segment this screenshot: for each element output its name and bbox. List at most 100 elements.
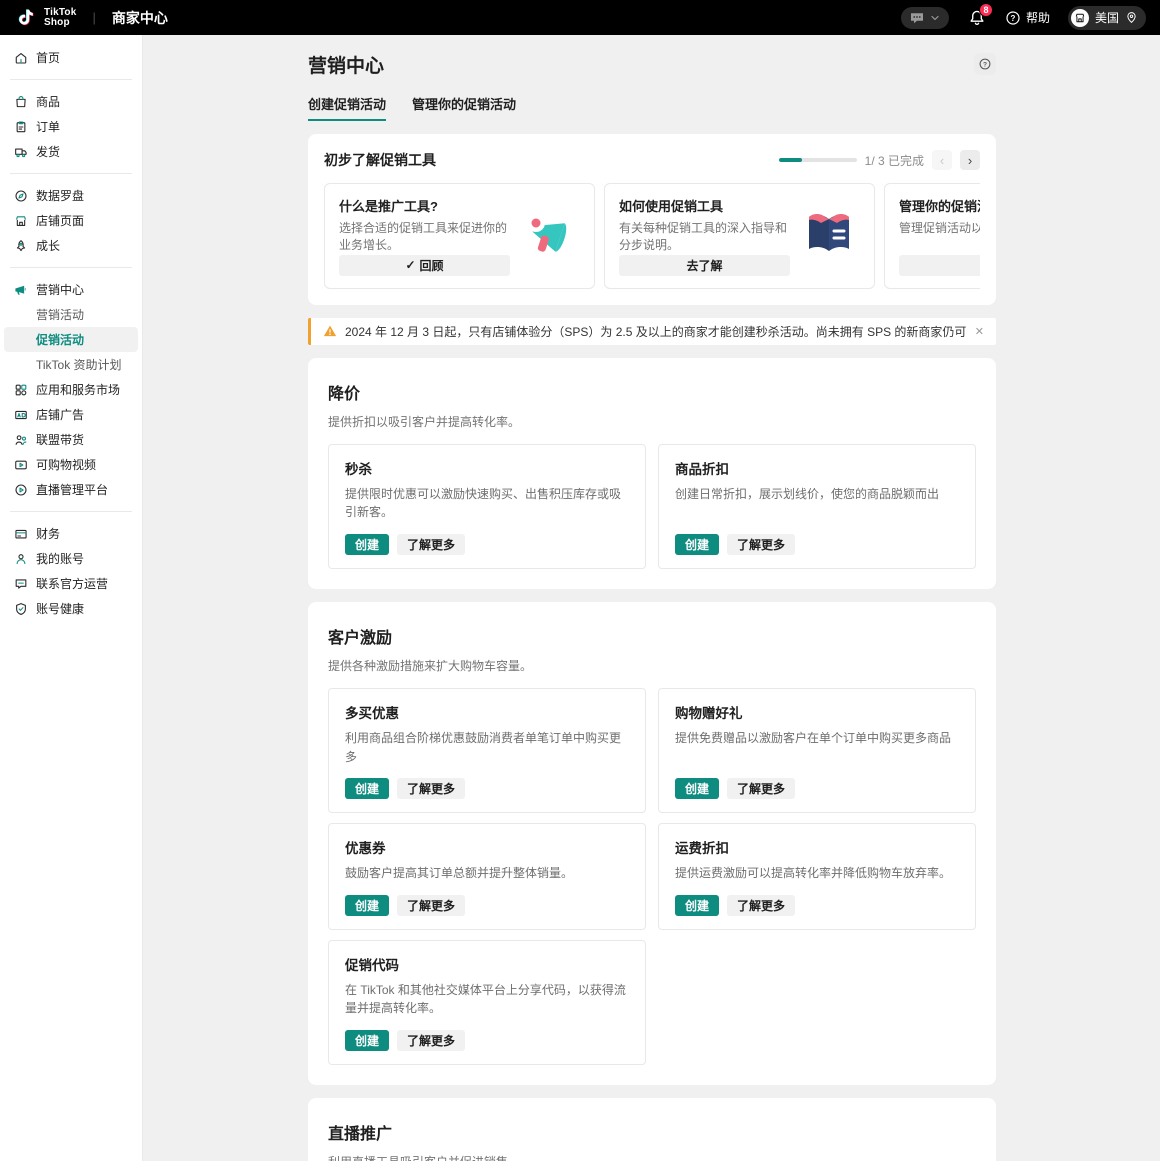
sidebar-item-label: 发货	[36, 143, 60, 160]
gift-with-purchase-primary-button[interactable]: 创建	[675, 778, 719, 799]
brand-wordmark[interactable]: TikTok Shop	[44, 8, 77, 28]
chat-icon	[14, 577, 28, 591]
promo-card-gift-with-purchase: 购物赠好礼提供免费赠品以激励客户在单个订单中购买更多商品创建了解更多	[658, 688, 976, 813]
onboarding-card-button-what-are-promo-tools[interactable]: ✓ 回顾	[339, 255, 510, 276]
sidebar-item-growth[interactable]: 成长	[4, 233, 138, 258]
sidebar-item-label: 首页	[36, 49, 60, 66]
home-icon	[14, 51, 28, 65]
product-discount-primary-button[interactable]: 创建	[675, 534, 719, 555]
book-illustration	[798, 205, 860, 267]
sidebar-item-shop-page[interactable]: 店铺页面	[4, 208, 138, 233]
promo-card-title: 秒杀	[345, 458, 629, 478]
sidebar-item-marketing-campaigns[interactable]: 营销活动	[4, 302, 138, 327]
check-icon: ✓	[405, 258, 415, 272]
promo-card-desc: 利用商品组合阶梯优惠鼓励消费者单笔订单中购买更多	[345, 729, 629, 766]
banner-close-button[interactable]: ✕	[975, 325, 984, 338]
sidebar-divider	[10, 79, 132, 80]
region-switcher[interactable]: 美国	[1068, 6, 1146, 30]
svg-text:?: ?	[1011, 13, 1016, 22]
onboarding-card-button-how-to-use-promo-tools[interactable]: 去了解	[619, 255, 790, 276]
promo-card-title: 商品折扣	[675, 458, 959, 478]
onboarding-card-desc: 管理促销活动以获得最大	[899, 220, 980, 237]
onboarding-card-desc: 选择合适的促销工具来促进你的业务增长。	[339, 220, 510, 255]
sidebar-item-account-health[interactable]: 账号健康	[4, 596, 138, 621]
coupon-learn-more-button[interactable]: 了解更多	[397, 895, 465, 916]
sidebar-item-orders[interactable]: 订单	[4, 114, 138, 139]
carousel-prev-button[interactable]: ‹	[932, 150, 952, 170]
wallet-icon	[14, 527, 28, 541]
help-button[interactable]: ? 帮助	[1005, 9, 1050, 26]
page-help-button[interactable]: ?	[974, 53, 996, 75]
sidebar-item-shop-ads[interactable]: 店铺广告	[4, 402, 138, 427]
apps-icon	[14, 383, 28, 397]
shipping-discount-learn-more-button[interactable]: 了解更多	[727, 895, 795, 916]
sidebar-item-contact-support[interactable]: 联系官方运营	[4, 571, 138, 596]
live-icon	[14, 483, 28, 497]
onboarding-progress-label: 1/ 3 已完成	[865, 152, 924, 169]
product-icon	[14, 95, 28, 109]
rocket-icon	[14, 239, 28, 253]
sidebar-item-app-service-market[interactable]: 应用和服务市场	[4, 377, 138, 402]
sidebar-item-label: 联系官方运营	[36, 575, 108, 592]
coupon-primary-button[interactable]: 创建	[345, 895, 389, 916]
sidebar-item-affiliate[interactable]: 联盟带货	[4, 427, 138, 452]
promo-card-desc: 提供限时优惠可以激励快速购买、出售积压库存或吸引新客。	[345, 485, 629, 522]
carousel-next-button[interactable]: ›	[960, 150, 980, 170]
onboarding-card-button-label: 回顾	[420, 257, 444, 274]
promo-card-desc: 在 TikTok 和其他社交媒体平台上分享代码，以获得流量并提高转化率。	[345, 981, 629, 1018]
sidebar-item-shoppable-videos[interactable]: 可购物视频	[4, 452, 138, 477]
help-label: 帮助	[1026, 9, 1050, 26]
sidebar-item-label: 联盟带货	[36, 431, 84, 448]
tiktok-logo-icon[interactable]	[14, 7, 36, 29]
sidebar-item-label: 应用和服务市场	[36, 381, 120, 398]
onboarding-panel: 初步了解促销工具 1/ 3 已完成 ‹ › 什么是推广工具?选择合适的促销工具来…	[308, 134, 996, 305]
tab-create-promotions[interactable]: 创建促销活动	[308, 94, 386, 121]
storefront-icon	[14, 214, 28, 228]
sidebar-item-products[interactable]: 商品	[4, 89, 138, 114]
sidebar-item-label: 数据罗盘	[36, 187, 84, 204]
flash-sale-learn-more-button[interactable]: 了解更多	[397, 534, 465, 555]
sidebar-item-finance[interactable]: 财务	[4, 521, 138, 546]
page-title: 营销中心	[308, 51, 384, 78]
promo-code-primary-button[interactable]: 创建	[345, 1030, 389, 1051]
sidebar-item-my-account[interactable]: 我的账号	[4, 546, 138, 571]
promo-code-learn-more-button[interactable]: 了解更多	[397, 1030, 465, 1051]
sidebar-item-shipping[interactable]: 发货	[4, 139, 138, 164]
sidebar-item-tiktok-subsidy[interactable]: TikTok 资助计划	[4, 352, 138, 377]
flash-sale-primary-button[interactable]: 创建	[345, 534, 389, 555]
onboarding-card-title: 管理你的促销活动	[899, 196, 980, 215]
sidebar-item-label: 店铺广告	[36, 406, 84, 423]
sidebar-item-marketing-center[interactable]: 营销中心	[4, 277, 138, 302]
sidebar-item-home[interactable]: 首页	[4, 45, 138, 70]
sidebar-item-label: 账号健康	[36, 600, 84, 617]
product-discount-learn-more-button[interactable]: 了解更多	[727, 534, 795, 555]
notifications-button[interactable]: 8	[967, 8, 987, 28]
chat-switcher[interactable]	[901, 7, 949, 29]
topbar: TikTok Shop | 商家中心 8 ?	[0, 0, 1160, 35]
onboarding-card-button-manage-your-promotions[interactable]: 去了解	[899, 255, 980, 276]
tab-bar: 创建促销活动管理你的促销活动	[308, 94, 996, 121]
banner-text: 2024 年 12 月 3 日起，只有店铺体验分（SPS）为 2.5 及以上的商…	[345, 323, 967, 340]
promo-sections: 降价提供折扣以吸引客户并提高转化率。秒杀提供限时优惠可以激励快速购买、出售积压库…	[308, 358, 996, 1161]
store-icon	[1071, 9, 1089, 27]
sidebar-item-label: 订单	[36, 118, 60, 135]
topbar-divider: |	[93, 10, 96, 25]
onboarding-card-button-label: 去了解	[686, 257, 722, 274]
sidebar-item-label: 我的账号	[36, 550, 84, 567]
shipping-discount-primary-button[interactable]: 创建	[675, 895, 719, 916]
tab-manage-promotions[interactable]: 管理你的促销活动	[412, 94, 516, 121]
sidebar-item-label: 店铺页面	[36, 212, 84, 229]
gift-with-purchase-learn-more-button[interactable]: 了解更多	[727, 778, 795, 799]
sidebar-item-label: 财务	[36, 525, 60, 542]
truck-icon	[14, 145, 28, 159]
buy-more-save-more-primary-button[interactable]: 创建	[345, 778, 389, 799]
sidebar-item-promotions[interactable]: 促销活动	[4, 327, 138, 352]
sidebar-item-analytics[interactable]: 数据罗盘	[4, 183, 138, 208]
svg-text:?: ?	[983, 61, 987, 68]
compass-icon	[14, 189, 28, 203]
sidebar-item-live-management[interactable]: 直播管理平台	[4, 477, 138, 502]
onboarding-progress-bar	[779, 158, 857, 162]
sidebar-item-label: 成长	[36, 237, 60, 254]
buy-more-save-more-learn-more-button[interactable]: 了解更多	[397, 778, 465, 799]
promo-card-title: 多买优惠	[345, 702, 629, 722]
